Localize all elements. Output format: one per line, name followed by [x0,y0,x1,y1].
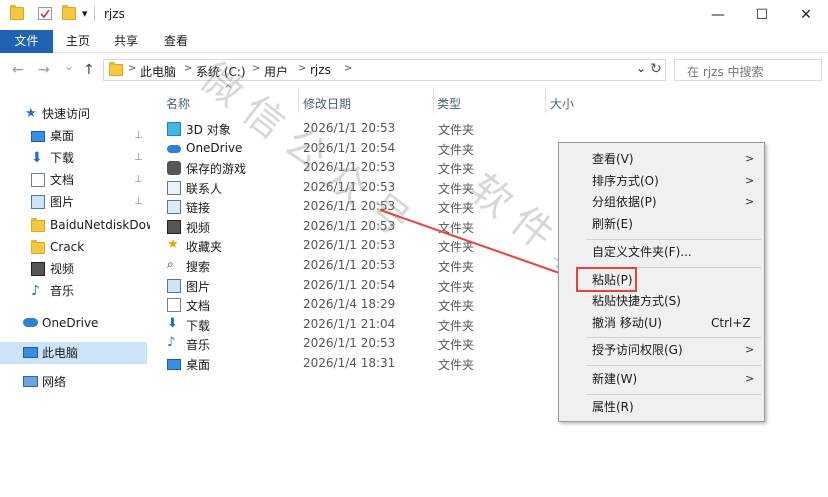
menu-item-sort[interactable]: 排序方式(O) > [559,170,764,192]
submenu-arrow-icon: > [745,195,755,208]
submenu-arrow-icon: > [745,152,755,165]
menu-item-undo-move[interactable]: 撤消 移动(U) Ctrl+Z [559,312,764,334]
menu-separator [587,365,761,366]
submenu-arrow-icon: > [745,343,755,356]
menu-item-label: 授予访问权限(G) [592,343,683,357]
menu-item-label: 排序方式(O) [592,174,659,188]
menu-item-new[interactable]: 新建(W) > [559,368,764,390]
menu-separator [587,337,761,338]
menu-item-paste-shortcut[interactable]: 粘贴快捷方式(S) [559,290,764,312]
menu-item-properties[interactable]: 属性(R) [559,396,764,418]
menu-item-label: 查看(V) [592,152,634,166]
menu-item-label: 属性(R) [592,400,634,414]
submenu-arrow-icon: > [745,174,755,187]
menu-item-label: 新建(W) [592,372,638,386]
menu-item-label: 撤消 移动(U) [592,316,662,330]
menu-item-grant-access[interactable]: 授予访问权限(G) > [559,339,764,361]
menu-item-customize-folder[interactable]: 自定义文件夹(F)... [559,241,764,263]
menu-item-refresh[interactable]: 刷新(E) [559,213,764,235]
menu-item-label: 刷新(E) [592,217,633,231]
menu-separator [587,239,761,240]
submenu-arrow-icon: > [745,372,755,385]
menu-item-label: 分组依据(P) [592,195,657,209]
menu-item-group[interactable]: 分组依据(P) > [559,191,764,213]
paste-highlight-box [576,267,637,292]
menu-separator [587,394,761,395]
menu-item-shortcut: Ctrl+Z [711,316,751,330]
menu-item-label: 粘贴快捷方式(S) [592,294,681,308]
menu-item-label: 自定义文件夹(F)... [592,245,692,259]
menu-item-view[interactable]: 查看(V) > [559,148,764,170]
